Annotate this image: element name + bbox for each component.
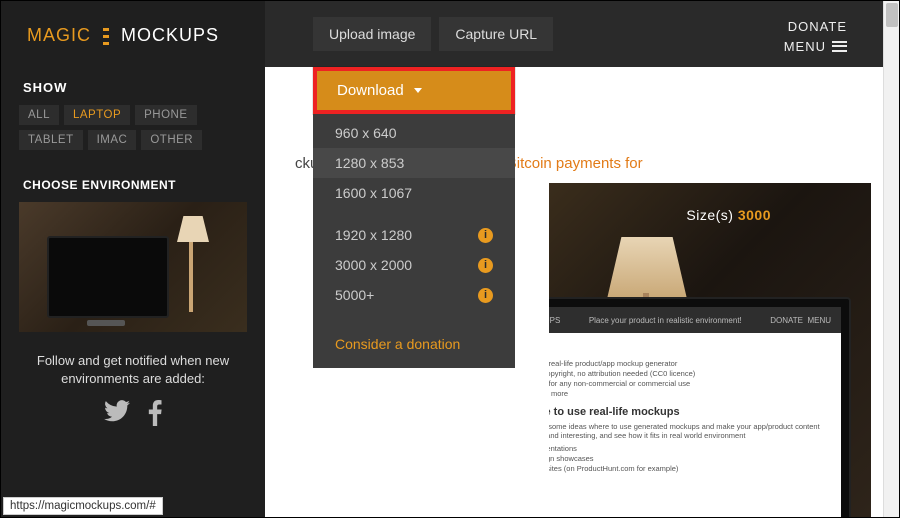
where-heading: Where to use real-life mockups: [549, 406, 825, 418]
logo-icon: [99, 27, 113, 45]
facebook-icon[interactable]: [148, 400, 162, 433]
logo[interactable]: MAGIC MOCKUPS: [19, 25, 247, 46]
filter-laptop[interactable]: LAPTOP: [64, 105, 130, 125]
browser-status-bar: https://magicmockups.com/#: [3, 497, 163, 515]
caret-down-icon: [414, 88, 422, 93]
preview-laptop: M MOCKUPS Place your product in realisti…: [549, 297, 851, 517]
about-heading: About: [549, 343, 825, 355]
logo-part2: MOCKUPS: [121, 25, 219, 46]
consider-donation-link[interactable]: Consider a donation: [313, 322, 515, 366]
filter-other[interactable]: OTHER: [141, 130, 202, 150]
sidebar: MAGIC MOCKUPS SHOW ALL LAPTOP PHONE TABL…: [1, 1, 265, 517]
download-size-5000[interactable]: 5000+i: [313, 280, 515, 310]
scrollbar[interactable]: [883, 1, 899, 517]
info-icon: i: [478, 288, 493, 303]
download-dropdown: Download 960 x 640 1280 x 853 1600 x 106…: [313, 67, 515, 368]
lamp-graphic: [167, 202, 217, 312]
download-size-1600[interactable]: 1600 x 1067: [313, 178, 515, 208]
menu-button[interactable]: MENU: [784, 37, 847, 57]
twitter-icon[interactable]: [104, 400, 130, 433]
download-size-1920[interactable]: 1920 x 1280i: [313, 220, 515, 250]
scrollbar-thumb[interactable]: [886, 3, 898, 27]
where-list: Presentations Design showcases Websites …: [549, 444, 825, 473]
mockup-preview: Size(s) 3000 M MOCKUPS Place your produc…: [549, 183, 871, 517]
about-list: Free real-life product/app mockup genera…: [549, 359, 825, 398]
right-nav: DONATE MENU: [784, 17, 847, 56]
size-value: 3000: [738, 207, 771, 223]
hamburger-icon: [832, 41, 847, 52]
filter-phone[interactable]: PHONE: [135, 105, 196, 125]
show-label: SHOW: [19, 80, 247, 95]
download-menu: 960 x 640 1280 x 853 1600 x 1067 1920 x …: [313, 114, 515, 368]
environment-thumbnail[interactable]: [19, 202, 247, 332]
capture-url-button[interactable]: Capture URL: [439, 17, 553, 51]
download-size-960[interactable]: 960 x 640: [313, 118, 515, 148]
download-size-1280[interactable]: 1280 x 853: [313, 148, 515, 178]
topbar: Upload image Capture URL DONATE MENU: [265, 1, 899, 67]
filter-all[interactable]: ALL: [19, 105, 59, 125]
filter-imac[interactable]: IMAC: [88, 130, 137, 150]
download-button[interactable]: Download: [313, 67, 515, 114]
upload-image-button[interactable]: Upload image: [313, 17, 431, 51]
download-label: Download: [337, 82, 404, 99]
filter-group: ALL LAPTOP PHONE TABLET IMAC OTHER: [19, 105, 247, 150]
filter-tablet[interactable]: TABLET: [19, 130, 83, 150]
choose-environment-label: CHOOSE ENVIRONMENT: [19, 178, 247, 192]
follow-text: Follow and get notified when new environ…: [19, 352, 247, 388]
menu-label: MENU: [784, 37, 826, 57]
info-icon: i: [478, 228, 493, 243]
donate-link[interactable]: DONATE: [784, 17, 847, 37]
logo-part1: MAGIC: [27, 25, 91, 46]
info-icon: i: [478, 258, 493, 273]
download-size-3000[interactable]: 3000 x 2000i: [313, 250, 515, 280]
social-links: [19, 400, 247, 433]
